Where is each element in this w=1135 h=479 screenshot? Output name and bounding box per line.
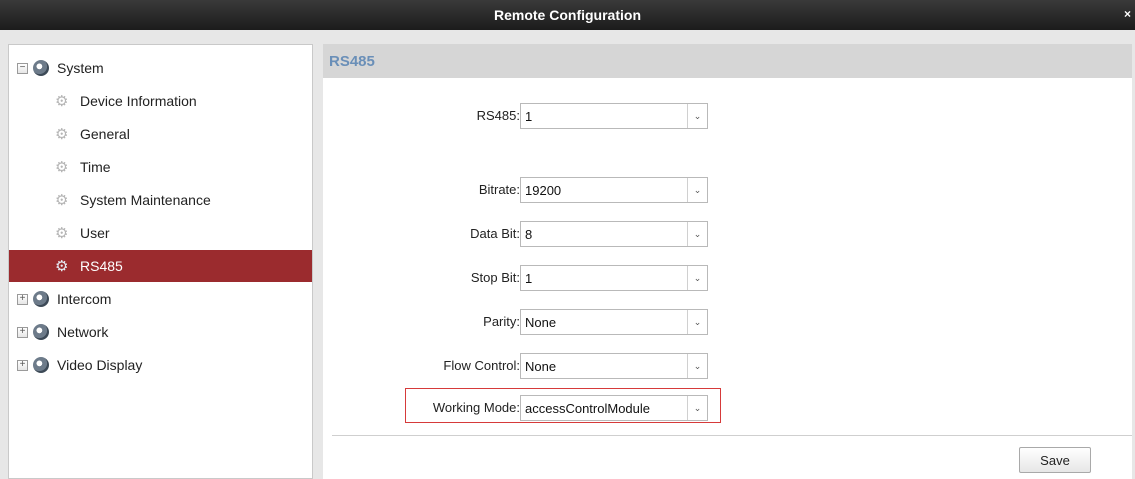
tree-item-system[interactable]: − System bbox=[9, 52, 312, 84]
tree-item-label: RS485 bbox=[80, 258, 123, 274]
tree-item-rs485[interactable]: ⚙ RS485 bbox=[9, 250, 312, 282]
tree-item-video-display[interactable]: + Video Display bbox=[9, 349, 312, 381]
tree-item-label: Device Information bbox=[80, 93, 197, 109]
save-button[interactable]: Save bbox=[1019, 447, 1091, 473]
form-row-parity: Parity: None ⌄ bbox=[323, 308, 1132, 336]
expand-icon[interactable]: + bbox=[17, 326, 28, 338]
chevron-down-icon[interactable]: ⌄ bbox=[687, 178, 707, 202]
chevron-down-icon[interactable]: ⌄ bbox=[687, 354, 707, 378]
tree-item-network[interactable]: + Network bbox=[9, 316, 312, 348]
tree-item-label: User bbox=[80, 225, 110, 241]
form-row-rs485: RS485: 1 ⌄ bbox=[323, 102, 1132, 130]
system-icon bbox=[33, 291, 49, 307]
field-label: Data Bit: bbox=[470, 226, 520, 241]
tree-item-label: System bbox=[57, 60, 104, 76]
select-value: 19200 bbox=[525, 183, 562, 198]
chevron-down-icon[interactable]: ⌄ bbox=[687, 104, 707, 128]
window-title: Remote Configuration bbox=[494, 7, 641, 23]
save-button-label: Save bbox=[1040, 452, 1070, 468]
gear-icon: ⚙ bbox=[55, 92, 69, 110]
select-value: None bbox=[525, 359, 557, 374]
system-icon bbox=[33, 60, 49, 76]
field-label: Flow Control: bbox=[443, 358, 520, 373]
form-row-flow-control: Flow Control: None ⌄ bbox=[323, 352, 1132, 380]
collapse-icon[interactable]: − bbox=[17, 62, 28, 74]
tree-item-time[interactable]: ⚙ Time bbox=[9, 151, 312, 183]
tree-item-general[interactable]: ⚙ General bbox=[9, 118, 312, 150]
gear-icon: ⚙ bbox=[55, 224, 69, 242]
gear-icon: ⚙ bbox=[55, 125, 69, 143]
gear-icon: ⚙ bbox=[55, 257, 69, 275]
bitrate-select[interactable]: 19200 ⌄ bbox=[520, 177, 708, 203]
expand-icon[interactable]: + bbox=[17, 293, 28, 305]
tree-item-label: System Maintenance bbox=[80, 192, 211, 208]
field-label: Bitrate: bbox=[478, 182, 520, 197]
select-value: 1 bbox=[525, 109, 533, 124]
select-value: 8 bbox=[525, 227, 533, 242]
form-row-bitrate: Bitrate: 19200 ⌄ bbox=[323, 176, 1132, 204]
tree-item-user[interactable]: ⚙ User bbox=[9, 217, 312, 249]
chevron-down-icon[interactable]: ⌄ bbox=[687, 222, 707, 246]
form-row-data-bit: Data Bit: 8 ⌄ bbox=[323, 220, 1132, 248]
tree-item-label: Video Display bbox=[57, 357, 143, 373]
main-panel: RS485 RS485: 1 ⌄ Bitrate: 19200 ⌄ Data B… bbox=[323, 44, 1132, 479]
select-value: None bbox=[525, 315, 557, 330]
gear-icon: ⚙ bbox=[55, 191, 69, 209]
rs485-select[interactable]: 1 ⌄ bbox=[520, 103, 708, 129]
tree-item-system-maintenance[interactable]: ⚙ System Maintenance bbox=[9, 184, 312, 216]
close-icon[interactable]: × bbox=[1124, 7, 1131, 21]
window-title-bar: Remote Configuration × bbox=[0, 0, 1135, 30]
tree-item-label: Time bbox=[80, 159, 111, 175]
field-label: RS485: bbox=[476, 108, 520, 123]
window-body: − System ⚙ Device Information ⚙ General … bbox=[0, 30, 1135, 479]
highlight-box bbox=[405, 388, 721, 423]
divider bbox=[332, 435, 1132, 436]
tree-item-label: Intercom bbox=[57, 291, 112, 307]
select-value: 1 bbox=[525, 271, 533, 286]
data-bit-select[interactable]: 8 ⌄ bbox=[520, 221, 708, 247]
gear-icon: ⚙ bbox=[55, 158, 69, 176]
form-row-stop-bit: Stop Bit: 1 ⌄ bbox=[323, 264, 1132, 292]
section-header: RS485 bbox=[323, 44, 1132, 78]
tree-item-device-information[interactable]: ⚙ Device Information bbox=[9, 85, 312, 117]
field-label: Parity: bbox=[483, 314, 520, 329]
section-title: RS485 bbox=[329, 52, 375, 70]
expand-icon[interactable]: + bbox=[17, 359, 28, 371]
system-icon bbox=[33, 324, 49, 340]
stop-bit-select[interactable]: 1 ⌄ bbox=[520, 265, 708, 291]
flow-control-select[interactable]: None ⌄ bbox=[520, 353, 708, 379]
tree-item-intercom[interactable]: + Intercom bbox=[9, 283, 312, 315]
sidebar-tree: − System ⚙ Device Information ⚙ General … bbox=[8, 44, 313, 479]
tree-item-label: General bbox=[80, 126, 130, 142]
tree-item-label: Network bbox=[57, 324, 109, 340]
field-label: Stop Bit: bbox=[470, 270, 520, 285]
system-icon bbox=[33, 357, 49, 373]
chevron-down-icon[interactable]: ⌄ bbox=[687, 310, 707, 334]
parity-select[interactable]: None ⌄ bbox=[520, 309, 708, 335]
chevron-down-icon[interactable]: ⌄ bbox=[687, 266, 707, 290]
